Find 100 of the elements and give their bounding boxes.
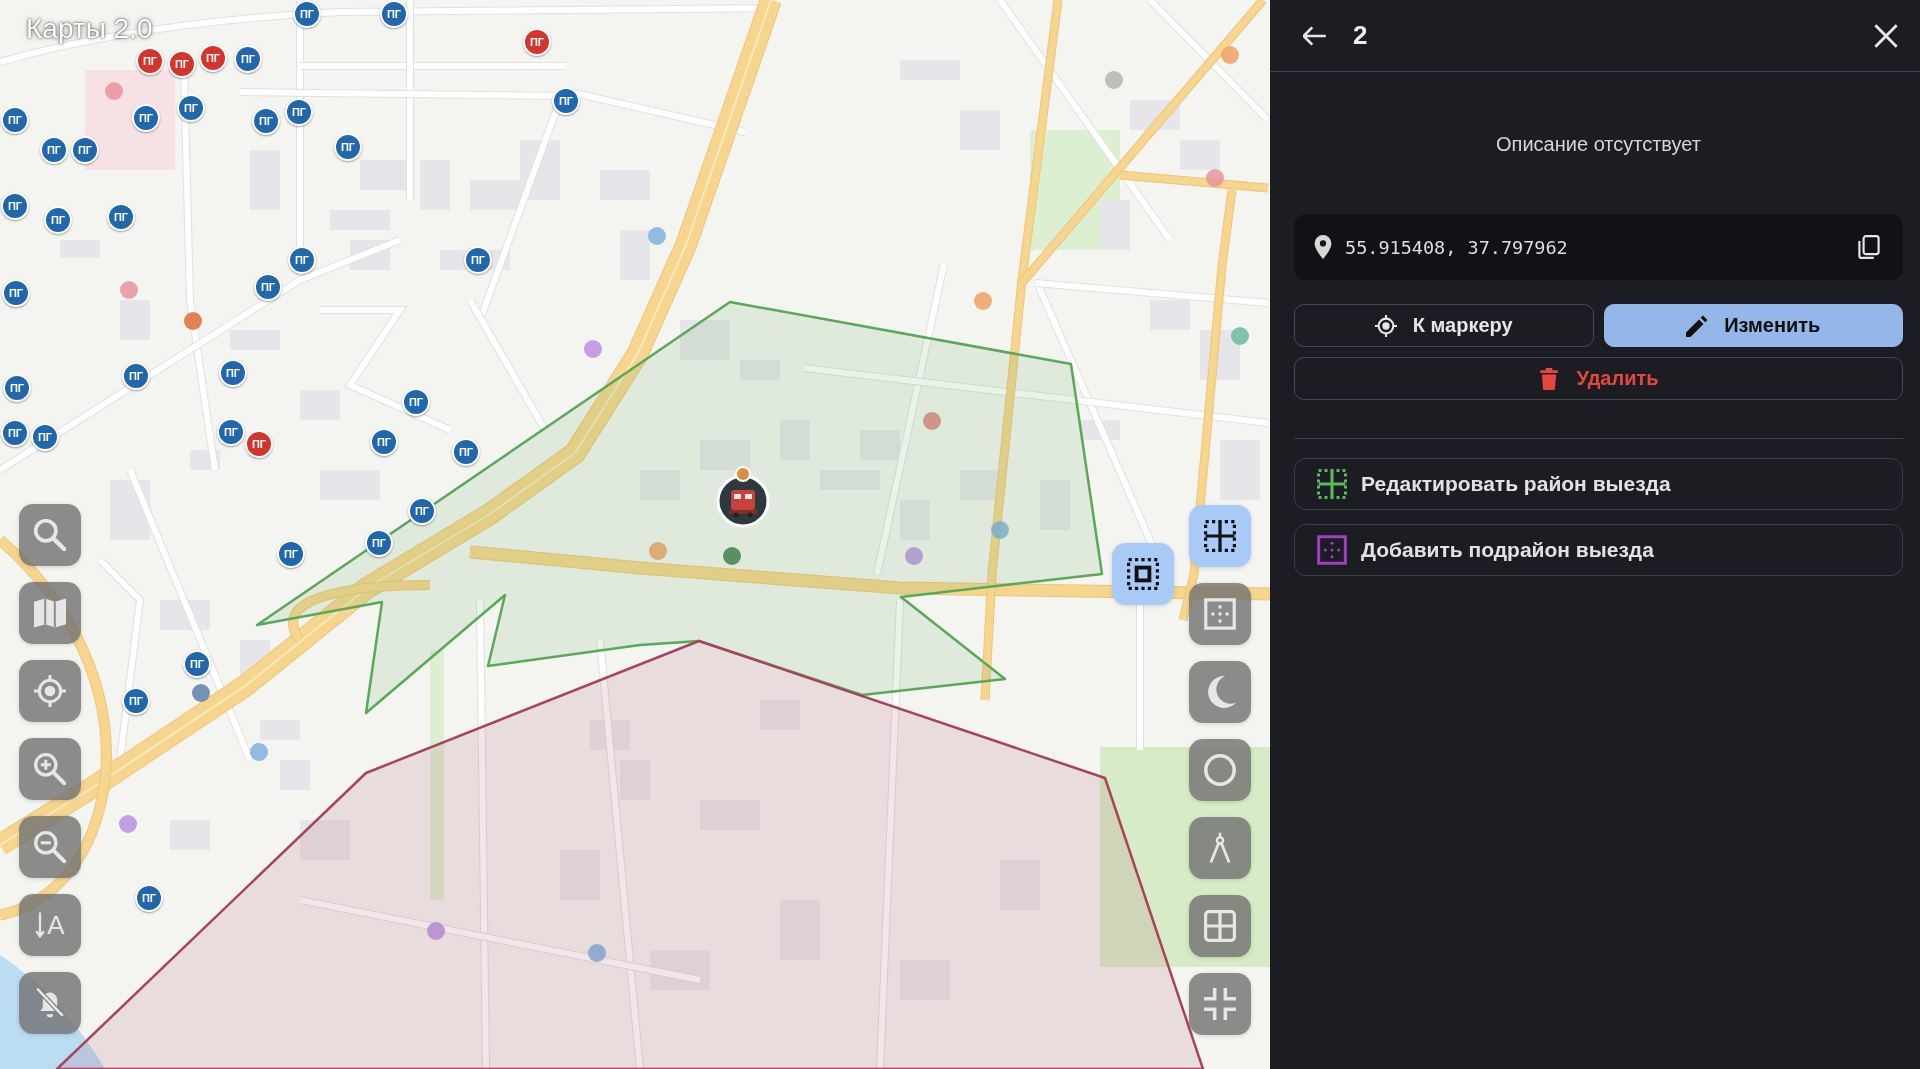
poi-icon — [588, 944, 606, 962]
coordinates-text: 55.915408, 37.797962 — [1345, 236, 1568, 258]
building — [860, 430, 900, 460]
edit-area-button[interactable]: Редактировать район выезда — [1294, 458, 1903, 510]
hydrant-marker[interactable]: ПГ — [252, 107, 280, 135]
poi-icon — [905, 547, 923, 565]
hydrant-marker[interactable]: ПГ — [464, 246, 492, 274]
pencil-icon — [1686, 314, 1709, 337]
collapse-icon — [1204, 988, 1236, 1020]
hydrant-marker[interactable]: ПГ — [370, 428, 398, 456]
dotted-square-icon — [1317, 535, 1347, 565]
building — [1150, 300, 1190, 330]
zoom-out-icon — [34, 831, 66, 863]
poi-icon — [1231, 327, 1249, 345]
poi-icon — [974, 292, 992, 310]
hydrant-marker[interactable]: ПГ — [199, 44, 227, 72]
hydrant-marker[interactable]: ПГ — [452, 438, 480, 466]
map-icon — [34, 597, 66, 629]
hydrant-marker[interactable]: ПГ — [177, 94, 205, 122]
building — [620, 230, 650, 280]
hydrant-marker[interactable]: ПГ — [1, 106, 29, 134]
poi-icon — [192, 684, 210, 702]
building — [700, 440, 750, 470]
poi-icon — [1206, 169, 1224, 187]
poi-icon — [1221, 46, 1239, 64]
circle-tool-button[interactable] — [1189, 739, 1251, 801]
add-subarea-button[interactable]: Добавить подрайон выезда — [1294, 524, 1903, 576]
my-location-button[interactable] — [19, 660, 81, 722]
hydrant-marker[interactable]: ПГ — [183, 650, 211, 678]
building — [300, 820, 350, 860]
edit-button[interactable]: Изменить — [1603, 304, 1903, 347]
poi-icon — [923, 412, 941, 430]
hydrant-marker[interactable]: ПГ — [254, 273, 282, 301]
hydrant-marker[interactable]: ПГ — [402, 388, 430, 416]
panel-title: 2 — [1353, 20, 1368, 51]
hydrant-marker[interactable]: ПГ — [523, 28, 551, 56]
grid-tool-button[interactable] — [1189, 895, 1251, 957]
hydrant-marker[interactable]: ПГ — [217, 418, 245, 446]
hydrant-marker[interactable]: ПГ — [380, 0, 408, 28]
hydrant-marker[interactable]: ПГ — [107, 203, 135, 231]
circle-icon — [1204, 754, 1236, 786]
poi-icon — [723, 547, 741, 565]
trash-icon — [1538, 367, 1561, 390]
hydrant-marker[interactable]: ПГ — [288, 246, 316, 274]
dark-mode-button[interactable] — [1189, 661, 1251, 723]
poi-icon — [649, 542, 667, 560]
copy-icon — [1857, 235, 1881, 259]
search-button[interactable] — [19, 504, 81, 566]
hydrant-marker[interactable]: ПГ — [408, 497, 436, 525]
go-to-marker-button[interactable]: К маркеру — [1294, 304, 1594, 347]
hydrant-marker[interactable]: ПГ — [3, 374, 31, 402]
hydrant-marker[interactable]: ПГ — [285, 98, 313, 126]
zoom-out-button[interactable] — [19, 816, 81, 878]
poi-icon — [1105, 71, 1123, 89]
hydrant-marker[interactable]: ПГ — [552, 87, 580, 115]
hydrant-marker[interactable]: ПГ — [71, 136, 99, 164]
hydrant-marker[interactable]: ПГ — [40, 136, 68, 164]
hydrant-marker[interactable]: ПГ — [122, 687, 150, 715]
hydrant-marker[interactable]: ПГ — [2, 279, 30, 307]
hydrant-marker[interactable]: ПГ — [1, 192, 29, 220]
subarea-tool-button[interactable] — [1189, 583, 1251, 645]
building — [960, 470, 1000, 500]
dotted-square-icon — [1204, 598, 1236, 630]
app-title: Карты 2.0 — [26, 13, 153, 45]
description-text: Описание отсутствует — [1495, 132, 1702, 156]
hydrant-marker[interactable]: ПГ — [136, 47, 164, 75]
hydrant-marker[interactable]: ПГ — [277, 540, 305, 568]
hydrant-marker[interactable]: ПГ — [1, 419, 29, 447]
hydrant-marker[interactable]: ПГ — [234, 45, 262, 73]
hydrant-marker[interactable]: ПГ — [219, 359, 247, 387]
zoom-in-button[interactable] — [19, 738, 81, 800]
poi-icon — [991, 521, 1009, 539]
zoom-in-icon — [34, 753, 66, 785]
poi-icon — [119, 815, 137, 833]
dotted-grid-icon — [1204, 520, 1236, 552]
area-select-tool-button[interactable] — [1112, 543, 1174, 605]
hydrant-marker[interactable]: ПГ — [44, 206, 72, 234]
building — [120, 300, 150, 340]
hydrant-marker[interactable]: ПГ — [365, 529, 393, 557]
map-layers-button[interactable] — [19, 582, 81, 644]
grid-icon — [1204, 910, 1236, 942]
hydrant-marker[interactable]: ПГ — [122, 362, 150, 390]
hydrant-marker[interactable]: ПГ — [31, 423, 59, 451]
hydrant-marker[interactable]: ПГ — [245, 430, 273, 458]
truck-marker-icon[interactable] — [715, 466, 771, 528]
area-edit-tool-button[interactable] — [1189, 505, 1251, 567]
hydrant-marker[interactable]: ПГ — [135, 884, 163, 912]
notifications-off-button[interactable] — [19, 972, 81, 1034]
building — [1100, 200, 1130, 250]
collapse-button[interactable] — [1189, 973, 1251, 1035]
hydrant-marker[interactable]: ПГ — [334, 133, 362, 161]
measure-tool-button[interactable] — [1189, 817, 1251, 879]
hydrant-marker[interactable]: ПГ — [293, 0, 321, 28]
crosshair-icon — [34, 675, 66, 707]
hydrant-marker[interactable]: ПГ — [168, 50, 196, 78]
select-area-icon — [1127, 558, 1159, 590]
delete-button[interactable]: Удалить — [1294, 357, 1903, 400]
arrow-down-icon — [35, 911, 46, 939]
poi-icon — [120, 281, 138, 299]
poi-icon — [584, 340, 602, 358]
